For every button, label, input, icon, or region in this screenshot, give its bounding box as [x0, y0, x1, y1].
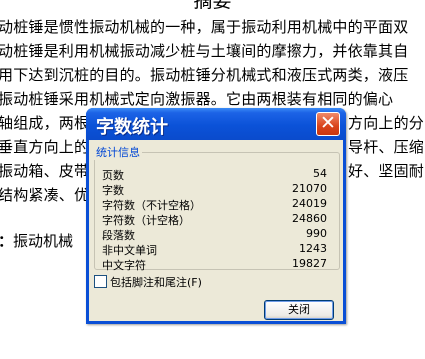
stat-row-non-chinese-words: 非中文单词 1243 [102, 242, 327, 257]
stat-value: 24019 [292, 197, 327, 210]
stat-row-words: 字数 21070 [102, 182, 327, 197]
document-line: 动桩锤是利用机械振动减少桩与土壤间的摩擦力，并依靠其自 [0, 42, 409, 60]
keywords-line: ：振动机械 [0, 230, 73, 251]
stat-value: 1243 [299, 242, 327, 255]
document-line-fragment: 导杆、压缩 [348, 138, 425, 156]
stat-value: 19827 [292, 257, 327, 270]
document-line-fragment: 方向上的分 [348, 114, 425, 132]
stat-label: 字数 [102, 184, 124, 197]
document-line: 振动箱、皮带 [0, 162, 90, 180]
document-line: 垂直方向上的 [0, 138, 90, 156]
dialog-titlebar[interactable]: 字数统计 ✕ [86, 108, 346, 140]
stat-label: 非中文单词 [102, 244, 157, 257]
stat-row-chars-no-spaces: 字符数（不计空格） 24019 [102, 197, 327, 212]
stat-row-pages: 页数 54 [102, 167, 327, 182]
stat-row-chars-with-spaces: 字符数（计空格） 24860 [102, 212, 327, 227]
close-button[interactable]: 关闭 [264, 300, 334, 320]
document-line: 振动桩锤采用机械式定向激振器。它由两根装有相同的偏心 [0, 90, 394, 108]
document-line-fragment: 好、坚固耐 [348, 162, 425, 180]
keywords-label: ： [0, 232, 13, 250]
stat-label: 页数 [102, 169, 124, 182]
close-icon[interactable]: ✕ [316, 112, 340, 136]
close-glyph: ✕ [320, 112, 336, 134]
document-title: 摘要 [193, 0, 232, 12]
dialog-body: 统计信息 页数 54 字数 21070 字符数（不计空格） 24019 字符数（… [89, 140, 343, 321]
document-line: 用下达到沉桩的目的。振动桩锤分机械式和液压式两类，液压 [0, 66, 409, 84]
document-line: 动桩锤是惯性振动机械的一种，属于振动利用机械中的平面双 [0, 18, 409, 36]
stat-value: 54 [313, 167, 327, 180]
stat-value: 24860 [292, 212, 327, 225]
stat-label: 字符数（计空格） [102, 214, 190, 227]
stat-label: 中文字符 [102, 259, 146, 272]
word-count-dialog: 字数统计 ✕ 统计信息 页数 54 字数 21070 字符数（不计空格） 240… [86, 108, 346, 324]
stat-row-chinese-chars: 中文字符 19827 [102, 257, 327, 272]
keywords-text: 振动机械 [13, 232, 74, 250]
include-footnotes-label[interactable]: 包括脚注和尾注(F) [110, 274, 202, 290]
include-footnotes-checkbox[interactable] [94, 275, 107, 288]
document-line: 轴组成，两根 [0, 114, 90, 132]
stat-label: 段落数 [102, 229, 135, 242]
stat-label: 字符数（不计空格） [102, 199, 201, 212]
statistics-group-label: 统计信息 [94, 144, 142, 160]
stat-value: 990 [306, 227, 327, 240]
stat-value: 21070 [292, 182, 327, 195]
dialog-title: 字数统计 [96, 117, 168, 138]
document-line: 结构紧凑、优 [0, 186, 90, 204]
stat-row-paragraphs: 段落数 990 [102, 227, 327, 242]
